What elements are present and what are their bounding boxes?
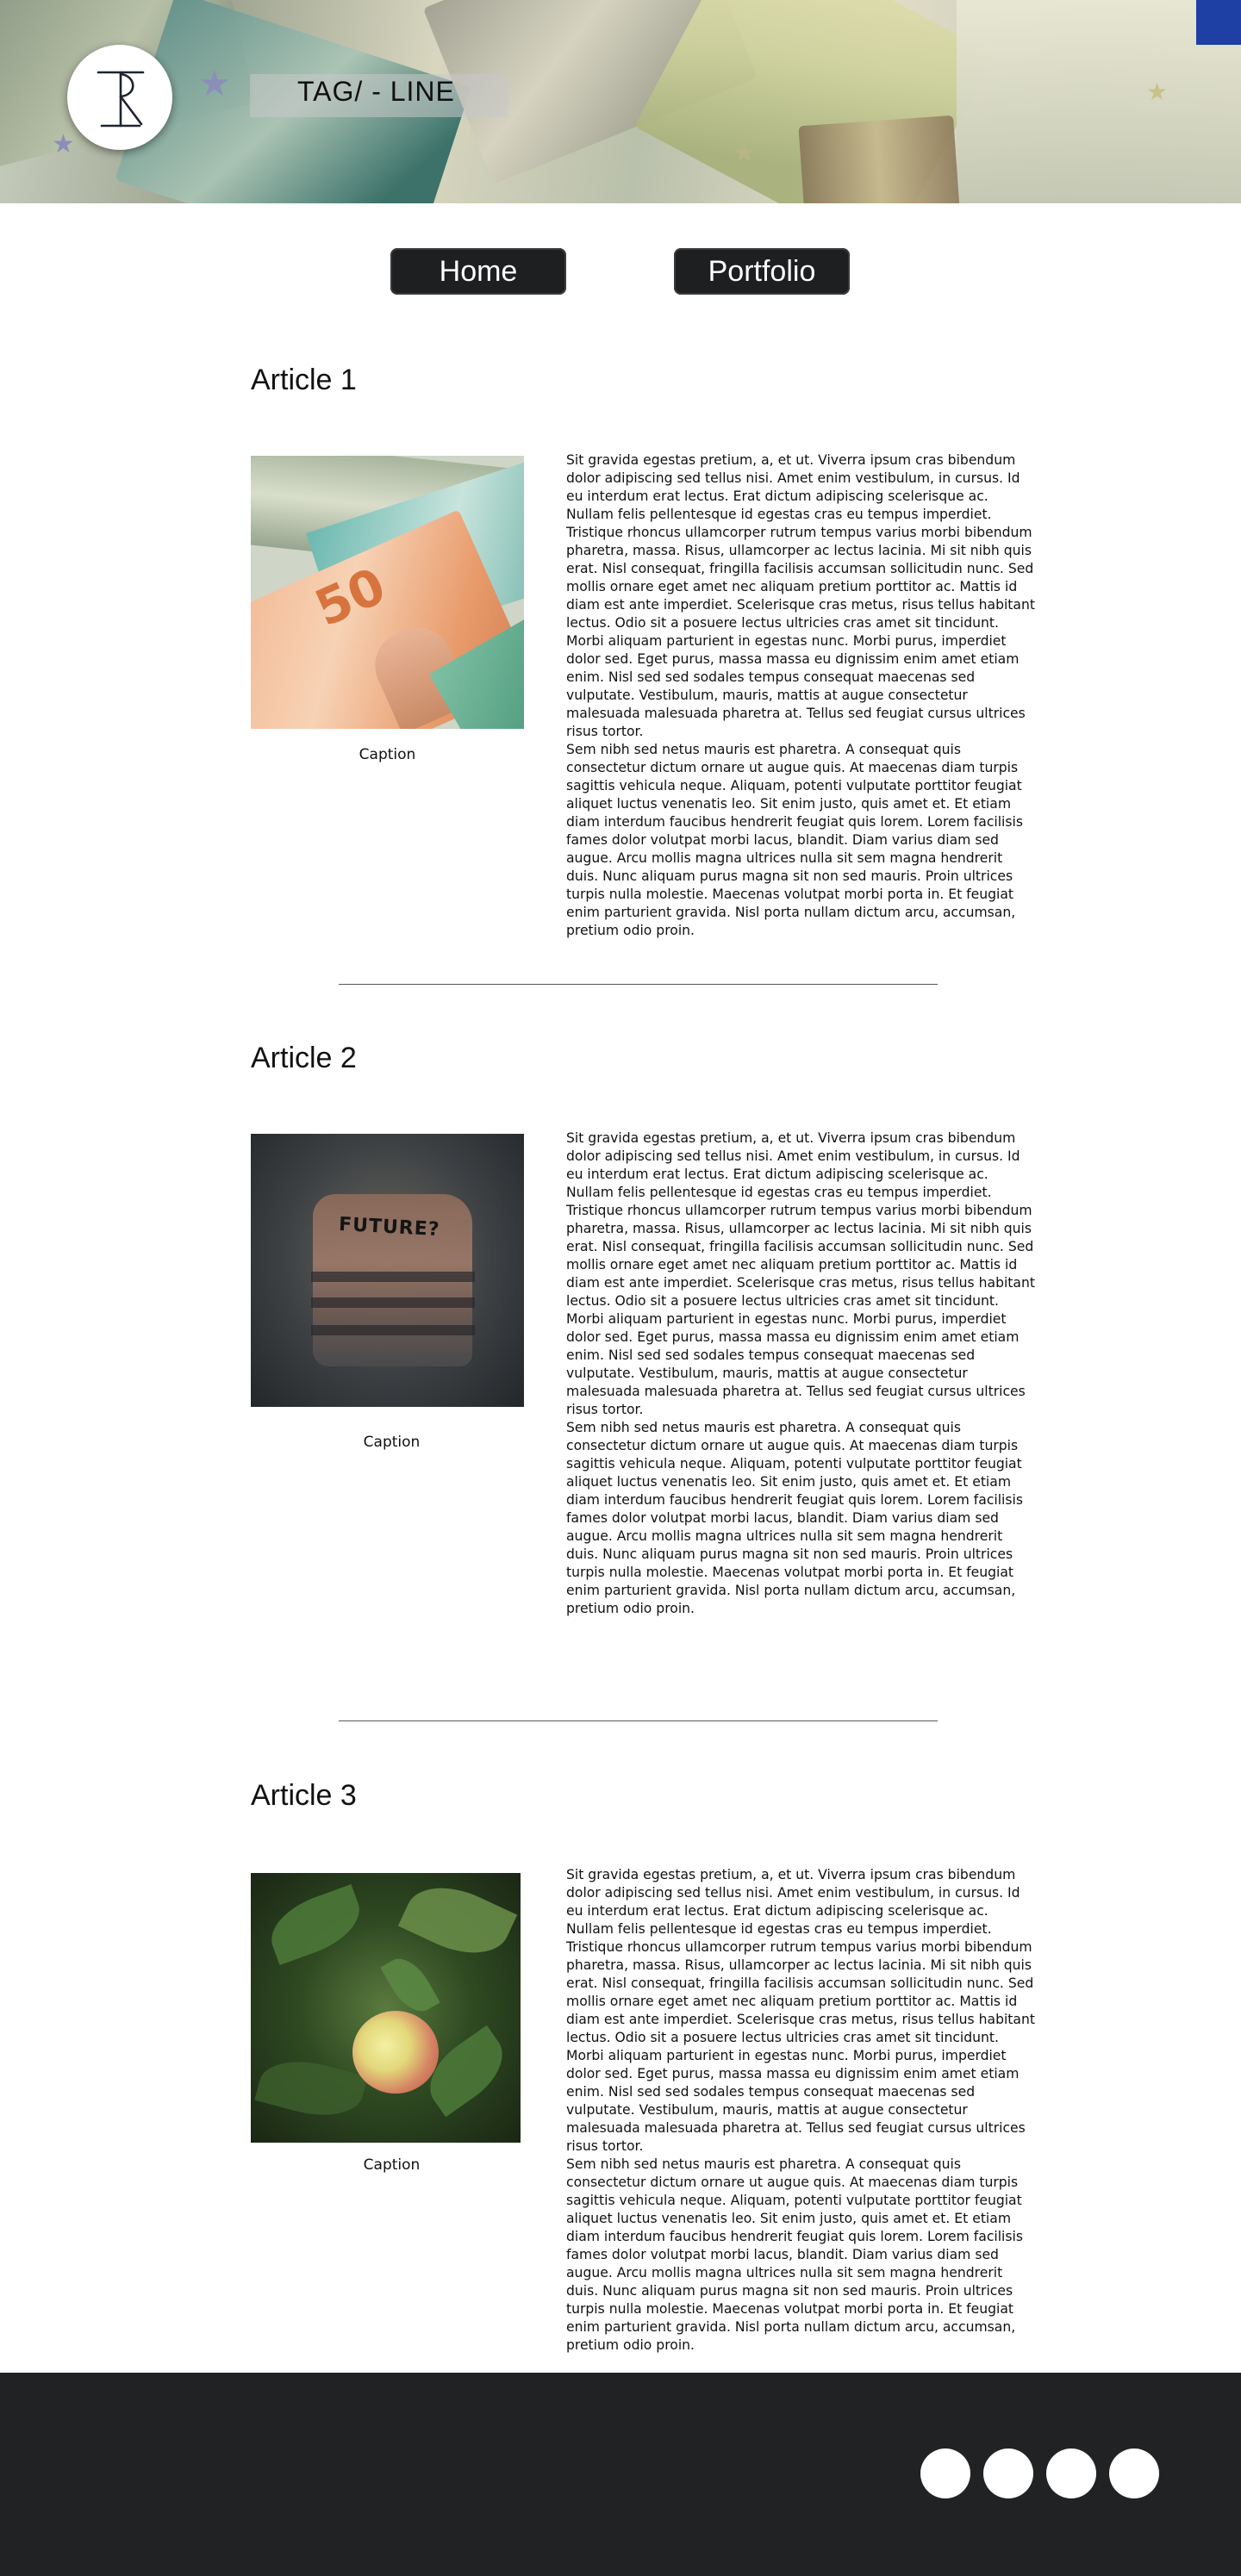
star-icon: ★ (1146, 78, 1169, 106)
site-logo[interactable] (67, 45, 172, 150)
social-icon[interactable] (1046, 2448, 1096, 2498)
star-icon: ★ (733, 138, 756, 168)
section-divider (339, 1720, 938, 1721)
article-paragraph: Sem nibh sed netus mauris est pharetra. … (566, 742, 1023, 938)
article-paragraph: Sem nibh sed netus mauris est pharetra. … (566, 2156, 1023, 2353)
banknote-image (798, 115, 960, 203)
eu-flag-icon (1196, 0, 1241, 45)
star-icon: ★ (198, 62, 231, 104)
logo-monogram-icon (97, 71, 145, 128)
article-title: Article 2 (251, 1042, 357, 1074)
social-icon[interactable] (1109, 2448, 1159, 2498)
article-title: Article 1 (251, 364, 357, 396)
image-caption: Caption (359, 746, 416, 763)
image-caption: Caption (363, 2156, 421, 2174)
section-divider (339, 984, 938, 985)
star-icon: ★ (52, 129, 75, 159)
article-image (251, 1873, 521, 2143)
article-paragraph: Sit gravida egestas pretium, a, et ut. V… (566, 452, 1035, 739)
article-body: Sit gravida egestas pretium, a, et ut. V… (566, 1129, 1038, 1618)
nav-portfolio-button[interactable]: Portfolio (674, 248, 850, 295)
social-icon[interactable] (983, 2448, 1033, 2498)
article-body: Sit gravida egestas pretium, a, et ut. V… (566, 1866, 1038, 2355)
article-title: Article 3 (251, 1779, 357, 1812)
article-paragraph: Sem nibh sed netus mauris est pharetra. … (566, 1420, 1023, 1616)
article-image: 50 (251, 456, 524, 729)
image-caption: Caption (363, 1434, 421, 1451)
site-tagline: TAG/ - LINE (297, 76, 455, 107)
article-paragraph: Sit gravida egestas pretium, a, et ut. V… (566, 1867, 1035, 2154)
header-banner: ★ ★ ★ ★ (0, 0, 1241, 203)
article-image: FUTURE? (251, 1134, 524, 1407)
article-paragraph: Sit gravida egestas pretium, a, et ut. V… (566, 1130, 1035, 1417)
nav-home-button[interactable]: Home (390, 248, 566, 295)
article-body: Sit gravida egestas pretium, a, et ut. V… (566, 451, 1038, 940)
social-icon[interactable] (920, 2448, 970, 2498)
